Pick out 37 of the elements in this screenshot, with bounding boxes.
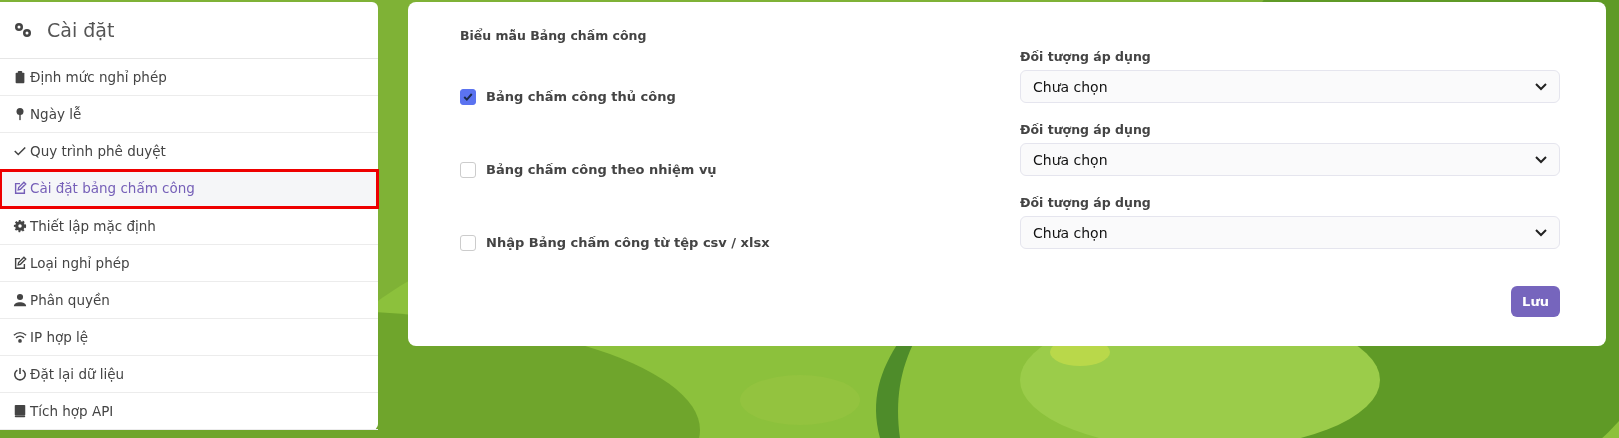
clipboard-icon — [13, 70, 27, 84]
edit-icon — [13, 256, 27, 270]
select-field[interactable]: Chưa chọn — [1020, 143, 1560, 176]
field-label: Đối tượng áp dụng — [1020, 49, 1152, 64]
power-icon — [13, 367, 27, 381]
sidebar-item[interactable]: IP hợp lệ — [0, 319, 378, 356]
checkbox[interactable] — [460, 234, 476, 251]
chevron-down-icon — [1535, 155, 1547, 164]
gear-icon — [13, 219, 27, 233]
check-icon — [13, 144, 27, 158]
chevron-down-icon — [1535, 228, 1547, 237]
select-field[interactable]: Chưa chọn — [1020, 70, 1560, 103]
gears-icon — [13, 22, 33, 38]
sidebar-item[interactable]: Thiết lập mặc định — [0, 208, 378, 245]
sidebar-item[interactable]: Cài đặt bảng chấm công — [0, 170, 378, 208]
sidebar-item[interactable]: Ngày lễ — [0, 96, 378, 133]
save-button[interactable]: Lưu — [1511, 286, 1560, 317]
checkbox-label: Nhập Bảng chấm công từ tệp csv / xlsx — [486, 235, 770, 250]
checkbox-label: Bảng chấm công thủ công — [486, 89, 676, 104]
select-field[interactable]: Chưa chọn — [1020, 216, 1560, 249]
edit-icon — [13, 181, 27, 195]
sidebar-item[interactable]: Định mức nghỉ phép — [0, 59, 378, 96]
sidebar-item[interactable]: Phân quyền — [0, 282, 378, 319]
checkbox[interactable] — [460, 161, 476, 178]
field-label: Đối tượng áp dụng — [1020, 122, 1152, 137]
form-title: Biểu mẫu Bảng chấm công — [460, 28, 648, 43]
wifi-icon — [13, 330, 27, 344]
checkbox-label: Bảng chấm công theo nhiệm vụ — [486, 162, 717, 177]
checkbox[interactable] — [460, 88, 476, 105]
sidebar-item[interactable]: Đặt lại dữ liệu — [0, 356, 378, 393]
sidebar-title: Cài đặt — [47, 19, 115, 41]
chevron-down-icon — [1535, 82, 1547, 91]
field-label: Đối tượng áp dụng — [1020, 195, 1152, 210]
user-icon — [13, 293, 27, 307]
sidebar-item[interactable]: Tích hợp API — [0, 393, 378, 430]
book-icon — [13, 404, 27, 418]
sidebar-item[interactable]: Loại nghỉ phép — [0, 245, 378, 282]
